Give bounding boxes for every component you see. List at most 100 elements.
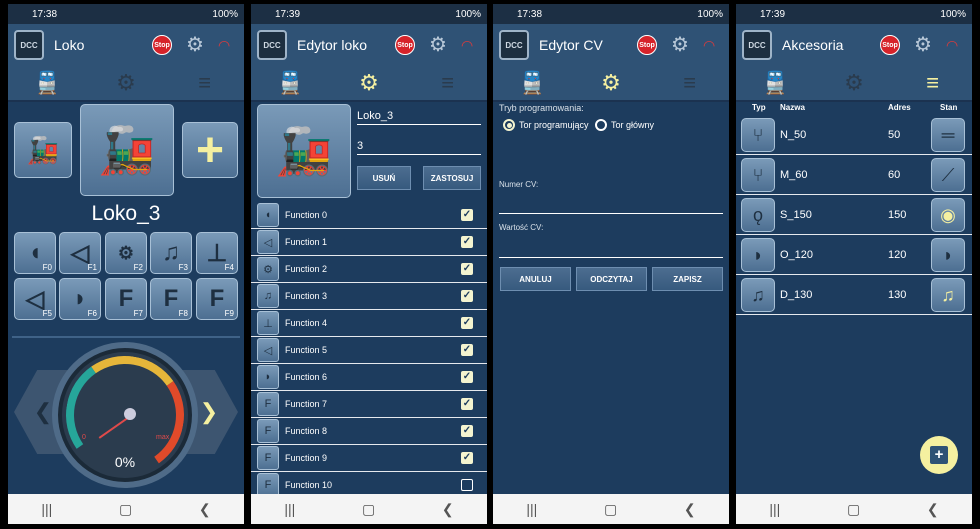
function-checkbox[interactable]: ✓: [461, 371, 473, 383]
function-f1-button[interactable]: ◁ F1: [59, 232, 101, 274]
radio-programming-track[interactable]: Tor programujący: [503, 119, 589, 131]
recents-icon[interactable]: |||: [41, 501, 52, 517]
home-icon[interactable]: ▢: [604, 501, 617, 518]
function-f6-button[interactable]: ◗ F6: [59, 278, 101, 320]
stop-button[interactable]: Stop: [637, 35, 657, 55]
app-logo[interactable]: DCC: [742, 30, 772, 60]
stop-button[interactable]: Stop: [395, 35, 415, 55]
recents-icon[interactable]: |||: [284, 501, 295, 517]
prev-loco-button[interactable]: 🚂: [14, 122, 72, 178]
home-icon[interactable]: ▢: [847, 501, 860, 518]
gear-icon[interactable]: ⚙: [429, 35, 451, 55]
cancel-button[interactable]: ANULUJ: [500, 267, 571, 291]
home-icon[interactable]: ▢: [362, 501, 375, 518]
straight-track-icon[interactable]: ═: [931, 118, 965, 152]
tab-accessories[interactable]: ≡: [165, 66, 244, 100]
back-icon[interactable]: ❮: [199, 501, 211, 518]
stop-button[interactable]: Stop: [880, 35, 900, 55]
radio-main-track[interactable]: Tor główny: [595, 119, 654, 131]
write-button[interactable]: ZAPISZ: [652, 267, 723, 291]
loco-name-input[interactable]: Loko_3: [357, 110, 481, 125]
signal-state-icon[interactable]: ◉: [931, 198, 965, 232]
function-row[interactable]: F Function 9 ✓: [251, 445, 487, 472]
function-f9-button[interactable]: F F9: [196, 278, 238, 320]
function-f7-button[interactable]: F F7: [105, 278, 147, 320]
diverging-track-icon[interactable]: ⟋: [931, 158, 965, 192]
table-row[interactable]: ǫ S_150 150 ◉: [736, 195, 972, 235]
tab-loco-editor[interactable]: ⚙: [87, 66, 166, 100]
function-checkbox[interactable]: ✓: [461, 317, 473, 329]
tab-loko[interactable]: 🚆: [493, 66, 572, 100]
tab-loko[interactable]: 🚆: [8, 66, 87, 100]
function-row[interactable]: ◁ Function 5 ✓: [251, 337, 487, 364]
tab-loko[interactable]: 🚆: [251, 66, 330, 100]
function-checkbox[interactable]: [461, 479, 473, 491]
function-checkbox[interactable]: ✓: [461, 425, 473, 437]
function-f4-button[interactable]: ⊥ F4: [196, 232, 238, 274]
music-state-icon[interactable]: ♫: [931, 278, 965, 312]
light-state-icon[interactable]: ◗: [931, 238, 965, 272]
function-row[interactable]: ⚙ Function 2 ✓: [251, 256, 487, 283]
gear-icon[interactable]: ⚙: [186, 35, 208, 55]
wifi-icon[interactable]: ◠: [218, 37, 238, 54]
function-f8-button[interactable]: F F8: [150, 278, 192, 320]
function-row[interactable]: ⊥ Function 4 ✓: [251, 310, 487, 337]
loco-image-button[interactable]: 🚂: [257, 104, 351, 198]
function-checkbox[interactable]: ✓: [461, 263, 473, 275]
speed-gauge[interactable]: 0 max 0%: [52, 342, 198, 488]
apply-button[interactable]: ZASTOSUJ: [423, 166, 481, 190]
cv-number-input[interactable]: [499, 200, 723, 214]
function-checkbox[interactable]: ✓: [461, 209, 473, 221]
cv-value-input[interactable]: [499, 244, 723, 258]
table-row[interactable]: ⑂ N_50 50 ═: [736, 115, 972, 155]
tab-accessories[interactable]: ≡: [893, 66, 972, 100]
recents-icon[interactable]: |||: [526, 501, 537, 517]
back-icon[interactable]: ❮: [927, 501, 939, 518]
table-row[interactable]: ♫ D_130 130 ♫: [736, 275, 972, 315]
home-icon[interactable]: ▢: [119, 501, 132, 518]
function-checkbox[interactable]: ✓: [461, 452, 473, 464]
function-f0-button[interactable]: ◖ F0: [14, 232, 56, 274]
function-checkbox[interactable]: ✓: [461, 344, 473, 356]
function-f3-button[interactable]: ♫ F3: [150, 232, 192, 274]
horn-icon: ◁: [25, 285, 45, 313]
gear-icon[interactable]: ⚙: [914, 35, 936, 55]
delete-button[interactable]: USUŃ: [357, 166, 411, 190]
table-row[interactable]: ⑂ M_60 60 ⟋: [736, 155, 972, 195]
function-row[interactable]: F Function 8 ✓: [251, 418, 487, 445]
read-button[interactable]: ODCZYTAJ: [576, 267, 647, 291]
function-row[interactable]: ♫ Function 3 ✓: [251, 283, 487, 310]
current-loco-image[interactable]: 🚂: [80, 104, 174, 196]
tab-loco-editor[interactable]: ⚙: [815, 66, 894, 100]
function-row[interactable]: ◁ Function 1 ✓: [251, 229, 487, 256]
recents-icon[interactable]: |||: [769, 501, 780, 517]
wifi-icon[interactable]: ◠: [946, 37, 966, 54]
function-row[interactable]: F Function 7 ✓: [251, 391, 487, 418]
wifi-icon[interactable]: ◠: [703, 37, 723, 54]
function-list[interactable]: ◖ Function 0 ✓ ◁ Function 1 ✓ ⚙ Function 2 ✓ ♫…: [251, 202, 487, 499]
app-logo[interactable]: DCC: [499, 30, 529, 60]
function-checkbox[interactable]: ✓: [461, 290, 473, 302]
function-row[interactable]: ◗ Function 6 ✓: [251, 364, 487, 391]
tab-loco-editor[interactable]: ⚙: [330, 66, 409, 100]
function-row[interactable]: ◖ Function 0 ✓: [251, 202, 487, 229]
back-icon[interactable]: ❮: [442, 501, 454, 518]
tab-accessories[interactable]: ≡: [650, 66, 729, 100]
function-f2-button[interactable]: ⚙ F2: [105, 232, 147, 274]
function-f5-button[interactable]: ◁ F5: [14, 278, 56, 320]
function-checkbox[interactable]: ✓: [461, 236, 473, 248]
tab-accessories[interactable]: ≡: [408, 66, 487, 100]
back-icon[interactable]: ❮: [684, 501, 696, 518]
add-loco-button[interactable]: +: [182, 122, 238, 178]
tab-loko[interactable]: 🚆: [736, 66, 815, 100]
gear-icon[interactable]: ⚙: [671, 35, 693, 55]
tab-cv-editor[interactable]: ⚙: [572, 66, 651, 100]
function-checkbox[interactable]: ✓: [461, 398, 473, 410]
app-logo[interactable]: DCC: [14, 30, 44, 60]
add-accessory-fab[interactable]: +: [920, 436, 958, 474]
table-row[interactable]: ◗ O_120 120 ◗: [736, 235, 972, 275]
app-logo[interactable]: DCC: [257, 30, 287, 60]
stop-button[interactable]: Stop: [152, 35, 172, 55]
loco-address-input[interactable]: 3: [357, 140, 481, 155]
wifi-icon[interactable]: ◠: [461, 37, 481, 54]
